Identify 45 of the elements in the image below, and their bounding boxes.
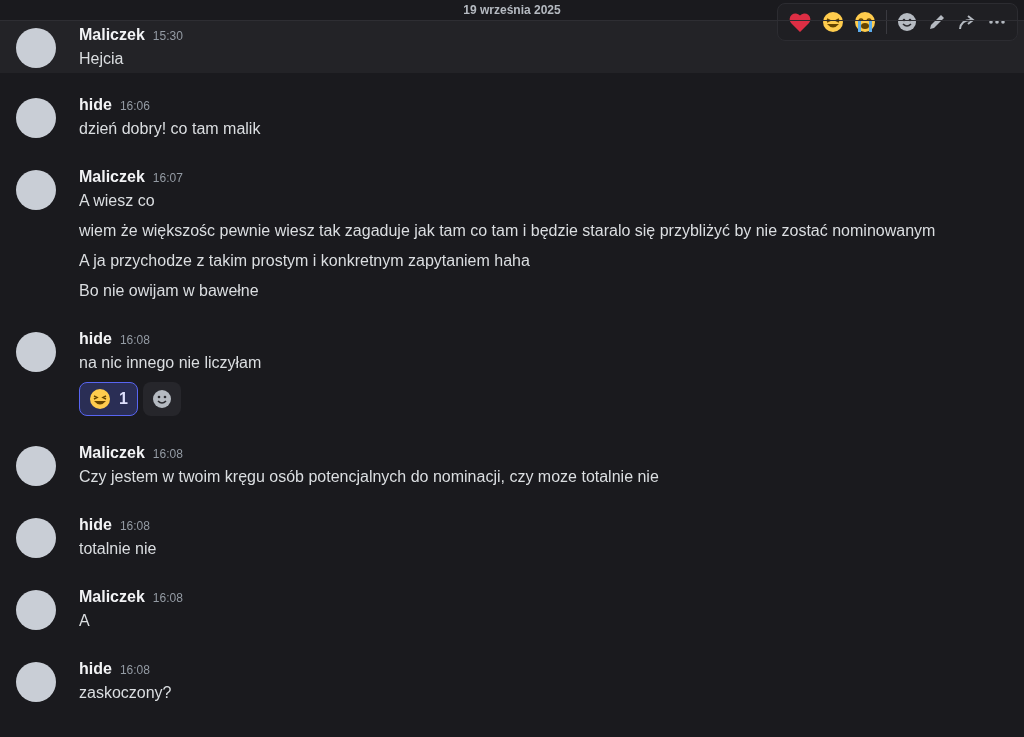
message-text: Bo nie owijam w bawełne bbox=[79, 281, 260, 301]
message-text: A bbox=[79, 611, 91, 631]
avatar[interactable] bbox=[16, 98, 56, 138]
username[interactable]: hide bbox=[79, 516, 112, 534]
add-reaction-icon[interactable] bbox=[897, 12, 917, 32]
timestamp: 16:08 bbox=[152, 591, 183, 605]
reply-arrow-icon[interactable] bbox=[957, 12, 977, 32]
timestamp: 16:08 bbox=[119, 663, 150, 677]
username[interactable]: Maliczek bbox=[79, 168, 145, 186]
smiley-icon bbox=[151, 389, 172, 409]
username[interactable]: hide bbox=[79, 660, 112, 678]
message-text: Czy jestem w twoim kręgu osób potencjalnych do nominacji, czy moze totalnie nie bbox=[79, 467, 659, 487]
message-text: dzień dobry! co tam malik bbox=[79, 119, 261, 139]
avatar[interactable] bbox=[16, 446, 56, 486]
username[interactable]: Maliczek bbox=[79, 444, 145, 462]
username[interactable]: hide bbox=[79, 96, 112, 114]
message-text: totalnie nie bbox=[79, 539, 157, 559]
laughing-emoji-icon[interactable] bbox=[822, 11, 844, 33]
timestamp: 16:08 bbox=[152, 447, 183, 461]
message-text: zaskoczony? bbox=[79, 683, 172, 703]
message-text: A wiesz co bbox=[79, 191, 156, 211]
add-reaction-button[interactable] bbox=[142, 382, 181, 416]
avatar[interactable] bbox=[16, 518, 56, 558]
avatar[interactable] bbox=[16, 590, 56, 630]
avatar[interactable] bbox=[16, 662, 56, 702]
username[interactable]: Maliczek bbox=[79, 26, 145, 44]
crying-emoji-icon[interactable] bbox=[854, 11, 876, 33]
avatar[interactable] bbox=[16, 28, 56, 68]
timestamp: 16:08 bbox=[119, 519, 150, 533]
laughing-emoji-icon bbox=[89, 388, 111, 410]
username[interactable]: Maliczek bbox=[79, 588, 145, 606]
username[interactable]: hide bbox=[79, 330, 112, 348]
timestamp: 16:06 bbox=[119, 99, 150, 113]
timestamp: 15:30 bbox=[152, 29, 183, 43]
avatar[interactable] bbox=[16, 170, 56, 210]
message-text: na nic innego nie liczyłam bbox=[79, 353, 262, 373]
heart-icon[interactable] bbox=[788, 11, 812, 33]
pencil-icon[interactable] bbox=[927, 12, 947, 32]
timestamp: 16:08 bbox=[119, 333, 150, 347]
reaction-button[interactable]: 1 bbox=[79, 382, 138, 416]
avatar[interactable] bbox=[16, 332, 56, 372]
timestamp: 16:07 bbox=[152, 171, 183, 185]
message-text: Hejcia bbox=[79, 49, 125, 69]
message-text: wiem że większośc pewnie wiesz tak zagaduje jak tam co tam i będzie staralo się przybliżyć by nie zostać nominowanym bbox=[79, 221, 936, 241]
message-text: A ja przychodze z takim prostym i konkretnym zapytaniem haha bbox=[79, 251, 531, 271]
